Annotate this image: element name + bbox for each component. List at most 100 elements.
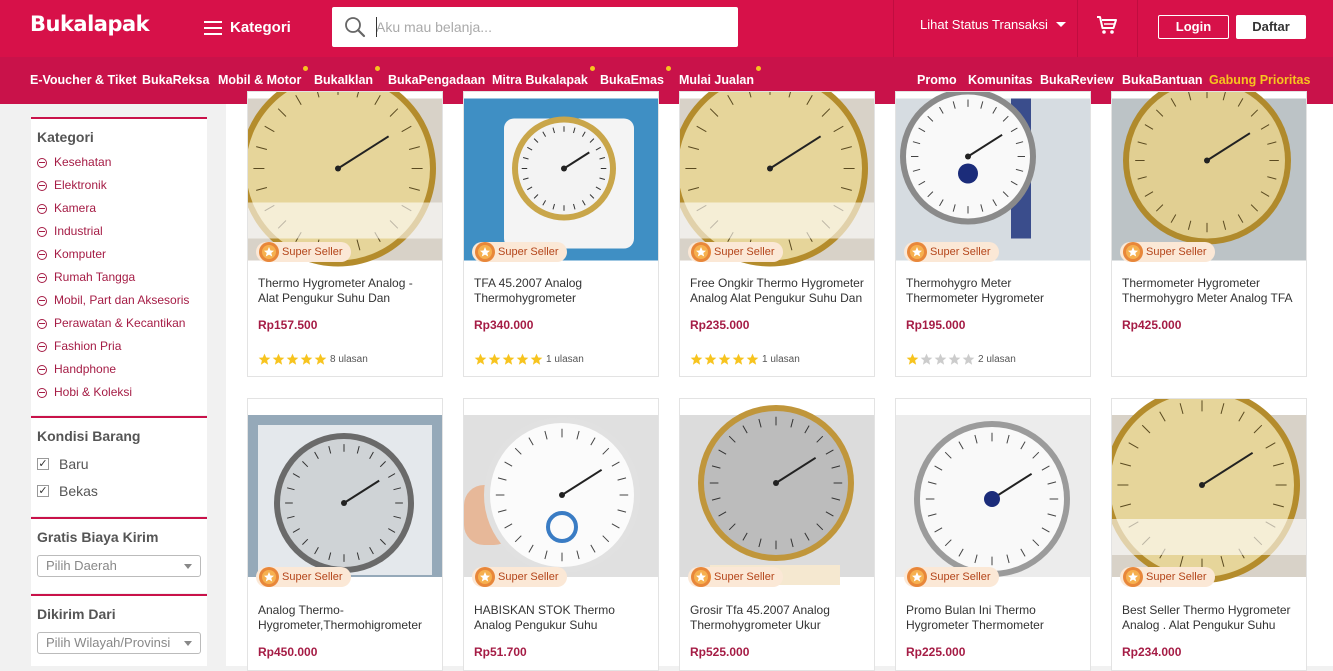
login-button[interactable]: Login <box>1158 15 1229 39</box>
star-icon <box>272 353 285 365</box>
product-card[interactable]: Super Seller Thermometer Hygrometer Therm… <box>1111 91 1307 377</box>
product-card[interactable]: Super Seller Analog Thermo-Hygrometer,The… <box>247 398 443 671</box>
category-item[interactable]: Mobil, Part dan Aksesoris <box>37 289 201 312</box>
star-icon <box>286 353 299 365</box>
super-seller-medal-icon <box>1123 242 1143 262</box>
product-rating: 8 ulasan <box>258 353 368 366</box>
pilih-provinsi-select[interactable]: Pilih Wilayah/Provinsi <box>37 632 201 654</box>
product-image <box>464 415 658 577</box>
nav-bukapengadaan[interactable]: BukaPengadaan <box>388 73 485 87</box>
star-icon <box>948 353 961 365</box>
product-rating: 1 ulasan <box>690 353 800 366</box>
nav-bukaemas[interactable]: BukaEmas <box>600 66 671 87</box>
star-icon <box>530 353 543 365</box>
category-item[interactable]: Handphone <box>37 358 201 381</box>
nav-promo[interactable]: Promo <box>917 73 957 87</box>
category-item[interactable]: Kesehatan <box>37 151 201 174</box>
product-name[interactable]: Thermo Hygrometer Analog - Alat Pengukur… <box>258 276 436 306</box>
category-item[interactable]: Elektronik <box>37 174 201 197</box>
category-item[interactable]: Perawatan & Kecantikan <box>37 312 201 335</box>
star-icon <box>732 353 745 365</box>
category-icon <box>37 203 47 214</box>
nav-bukabantuan[interactable]: BukaBantuan <box>1122 73 1203 87</box>
category-item[interactable]: Kamera <box>37 197 201 220</box>
product-card[interactable]: Super Seller Promo Bulan Ini Thermo Hygro… <box>895 398 1091 671</box>
category-icon <box>37 226 47 237</box>
product-name[interactable]: Best Seller Thermo Hygrometer Analog . A… <box>1122 603 1300 633</box>
star-icon <box>516 353 529 365</box>
product-card[interactable]: Super Seller Grosir Tfa 45.2007 Analog Th… <box>679 398 875 671</box>
super-seller-medal-icon <box>691 567 711 587</box>
nav-mitra-bukalapak[interactable]: Mitra Bukalapak <box>492 66 595 87</box>
product-card[interactable]: Super Seller TFA 45.2007 Analog Thermohyg… <box>463 91 659 377</box>
product-name[interactable]: TFA 45.2007 Analog Thermohygrometer <box>474 276 652 306</box>
nav-bukareview[interactable]: BukaReview <box>1040 73 1114 87</box>
cart-icon[interactable] <box>1096 15 1118 35</box>
category-item[interactable]: Rumah Tangga <box>37 266 201 289</box>
category-item[interactable]: Komputer <box>37 243 201 266</box>
kondisi-bekas-checkbox[interactable]: ✓ Bekas <box>31 477 207 504</box>
product-name[interactable]: Thermometer Hygrometer Thermohygro Meter… <box>1122 276 1300 306</box>
category-item[interactable]: Fashion Pria <box>37 335 201 358</box>
product-price: Rp425.000 <box>1122 318 1182 332</box>
star-icon <box>502 353 515 365</box>
nav-bukareksa[interactable]: BukaReksa <box>142 73 209 87</box>
super-seller-label: Super Seller <box>1146 571 1207 583</box>
super-seller-badge: Super Seller <box>256 242 351 262</box>
nav-gabung-prioritas[interactable]: Gabung Prioritas <box>1209 73 1310 87</box>
nav-komunitas[interactable]: Komunitas <box>968 73 1033 87</box>
pilih-daerah-select[interactable]: Pilih Daerah <box>37 555 201 577</box>
product-card[interactable]: Super Seller Thermo Hygrometer Analog - A… <box>247 91 443 377</box>
product-name[interactable]: Free Ongkir Thermo Hygrometer Analog Ala… <box>690 276 868 306</box>
daftar-button[interactable]: Daftar <box>1236 15 1306 39</box>
product-name[interactable]: Grosir Tfa 45.2007 Analog Thermohygromet… <box>690 603 868 633</box>
star-icon <box>300 353 313 365</box>
product-name[interactable]: Promo Bulan Ini Thermo Hygrometer Thermo… <box>906 603 1084 633</box>
hamburger-icon <box>204 20 222 35</box>
product-card[interactable]: Super Seller Free Ongkir Thermo Hygromete… <box>679 91 875 377</box>
kategori-label: Kategori <box>230 19 291 36</box>
product-name[interactable]: Thermohygro Meter Thermometer Hygrometer <box>906 276 1084 306</box>
super-seller-label: Super Seller <box>930 246 991 258</box>
category-item[interactable]: Industrial <box>37 220 201 243</box>
product-price: Rp340.000 <box>474 318 534 332</box>
product-name[interactable]: Analog Thermo-Hygrometer,Thermohigromete… <box>258 603 436 633</box>
category-list: Kesehatan Elektronik Kamera Industrial Kompu… <box>31 151 207 404</box>
category-icon <box>37 364 47 375</box>
product-price: Rp525.000 <box>690 645 750 659</box>
super-seller-badge: Super Seller <box>256 567 351 587</box>
product-price: Rp225.000 <box>906 645 966 659</box>
category-item[interactable]: Hobi & Koleksi <box>37 381 201 404</box>
product-card[interactable]: Super Seller Best Seller Thermo Hygromete… <box>1111 398 1307 671</box>
category-icon <box>37 249 47 260</box>
product-card[interactable]: Super Seller Thermohygro Meter Thermomete… <box>895 91 1091 377</box>
super-seller-medal-icon <box>475 242 495 262</box>
super-seller-label: Super Seller <box>1146 246 1207 258</box>
product-rating: 1 ulasan <box>474 353 584 366</box>
nav-bukaiklan[interactable]: BukaIklan <box>314 66 381 87</box>
nav-mulai-jualan[interactable]: Mulai Jualan <box>679 66 762 87</box>
kategori-menu-button[interactable]: Kategori <box>204 19 291 36</box>
product-card[interactable]: Super Seller HABISKAN STOK Thermo Analog … <box>463 398 659 671</box>
star-icon <box>258 353 271 365</box>
category-label: Handphone <box>54 362 117 376</box>
product-price: Rp450.000 <box>258 645 318 659</box>
product-price: Rp51.700 <box>474 645 527 659</box>
nav-mobil-motor[interactable]: Mobil & Motor <box>218 66 309 87</box>
super-seller-medal-icon <box>907 567 927 587</box>
kondisi-baru-checkbox[interactable]: ✓ Baru <box>31 450 207 477</box>
category-label: Hobi & Koleksi <box>54 385 133 399</box>
bukalapak-logo[interactable]: Bukalapak <box>30 12 150 36</box>
search-input[interactable] <box>376 15 726 39</box>
new-dot-icon <box>589 66 595 71</box>
status-transaksi-dropdown[interactable]: Lihat Status Transaksi <box>920 17 1066 32</box>
product-name[interactable]: HABISKAN STOK Thermo Analog Pengukur Suh… <box>474 603 652 633</box>
product-image <box>680 405 874 585</box>
kondisi-filter-title: Kondisi Barang <box>37 428 141 444</box>
category-label: Komputer <box>54 247 107 261</box>
nav-evoucher[interactable]: E-Voucher & Tiket <box>30 73 137 87</box>
kondisi-bekas-label: Bekas <box>59 482 98 499</box>
search-box[interactable] <box>332 7 738 47</box>
super-seller-medal-icon <box>259 242 279 262</box>
super-seller-medal-icon <box>907 242 927 262</box>
